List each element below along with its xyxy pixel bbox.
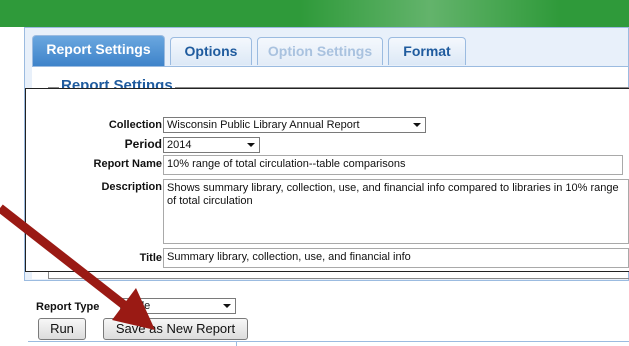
period-label: Period [124,137,162,151]
report-name-label: Report Name [93,158,162,170]
chevron-down-icon [223,304,231,308]
results-divider [28,341,629,342]
report-type-label: Report Type [36,301,100,313]
title-input[interactable]: Summary library, collection, use, and fi… [163,248,629,268]
title-label: Title [139,252,162,264]
description-textarea[interactable]: Shows summary library, collection, use, … [163,179,629,244]
header-highlight [300,0,560,27]
run-button[interactable]: Run [38,318,86,340]
tab-options[interactable]: Options [170,37,252,65]
results-divider-tick [236,341,237,346]
report-name-input[interactable]: 10% range of total circulation--table co… [163,155,623,175]
tab-format[interactable]: Format [388,37,466,65]
description-label: Description [101,181,162,193]
collection-value: Wisconsin Public Library Annual Report [167,119,360,131]
collection-label: Collection [108,119,162,131]
chevron-down-icon [413,123,421,127]
save-as-new-report-button[interactable]: Save as New Report [103,318,248,340]
period-value: 2014 [167,139,192,151]
app-header-bar [0,0,629,27]
collection-select[interactable]: Wisconsin Public Library Annual Report [163,117,426,133]
period-select[interactable]: 2014 [163,137,260,153]
report-type-value: Table [124,300,151,312]
tab-strip: Report Settings Options Option Settings … [25,28,628,70]
report-type-select[interactable]: Table [120,298,236,314]
tab-option-settings: Option Settings [257,37,383,65]
tab-report-settings[interactable]: Report Settings [32,35,165,67]
chevron-down-icon [247,143,255,147]
